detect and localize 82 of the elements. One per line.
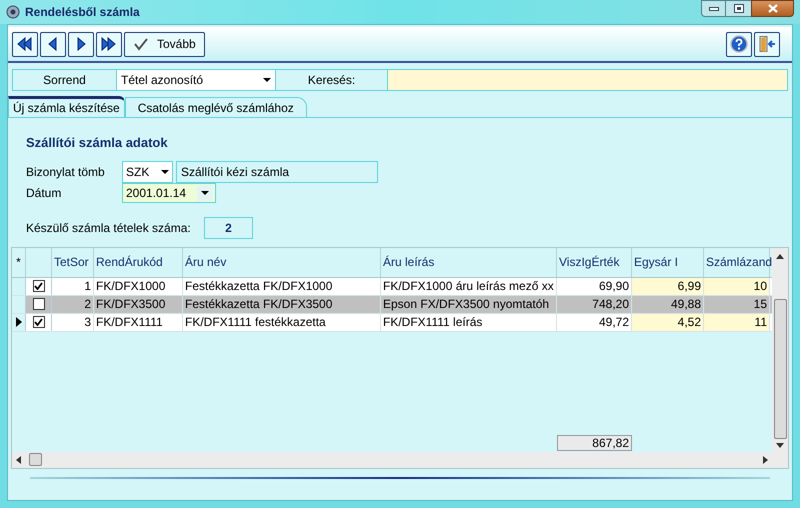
double-triangle-icon (16, 35, 34, 53)
table-cell: 1 (52, 278, 94, 294)
table-cell: FK/DFX1000 áru leírás mező xx (381, 278, 557, 294)
dropdown-arrow-icon (263, 78, 271, 82)
field-label: Dátum (26, 184, 62, 202)
table-cell: Festékkazetta FK/DFX1000 (183, 278, 381, 294)
window-title: Rendelésből számla (25, 4, 140, 21)
row-checkbox[interactable] (32, 316, 44, 328)
help-button[interactable] (726, 32, 752, 56)
app-icon (6, 5, 20, 19)
column-header: * (12, 248, 26, 276)
column-header[interactable]: Áru leírás (381, 248, 557, 276)
next-button[interactable] (68, 32, 94, 56)
field-label: Bizonylat tömb (26, 164, 106, 180)
scrollbar-thumb[interactable] (29, 453, 42, 466)
last-button[interactable] (96, 32, 122, 56)
date-field[interactable]: 2001.01.14 (122, 182, 216, 202)
help-icon (730, 35, 748, 53)
table-cell: 748,20 (557, 296, 632, 312)
table-cell: 6,99 (632, 278, 704, 294)
table-cell: FK/DFX1111 leírás (381, 314, 557, 330)
document-name-field: Szállítói kézi számla (176, 160, 378, 182)
column-header[interactable]: Számlázand (704, 248, 770, 276)
search-field[interactable] (387, 70, 787, 90)
table-row[interactable]: 1 FK/DFX1000 Festékkazetta FK/DFX1000 FK/DFX1000 áru leírás mező xx 69,90 6,99 10 (12, 278, 772, 296)
close-button[interactable] (751, 0, 794, 17)
table-cell: FK/DFX1111 festékkazetta (183, 314, 381, 330)
tab[interactable]: Új számla készítése (8, 96, 125, 117)
table-cell: FK/DFX1111 (94, 314, 183, 330)
horizontal-scrollbar[interactable] (12, 452, 772, 468)
total-field: 867,82 (557, 434, 632, 450)
tab[interactable]: Csatolás meglévő számlához (124, 97, 307, 117)
field-label: Készülő számla tételek száma: (26, 220, 192, 236)
document-code-dropdown[interactable]: SZK (122, 160, 173, 182)
next-step-button[interactable]: Tovább (124, 32, 205, 56)
scroll-down-icon (776, 442, 784, 448)
close-icon (768, 4, 778, 13)
sort-label: Sorrend (42, 72, 87, 89)
scroll-left-icon (16, 456, 21, 464)
checkmark-icon (34, 282, 43, 290)
checkmark-icon (133, 37, 149, 51)
item-count-field: 2 (204, 216, 253, 238)
exit-button[interactable] (754, 32, 780, 56)
maximize-button[interactable] (726, 0, 751, 17)
column-header[interactable]: RendÁrukód (94, 248, 183, 276)
search-label: Keresés: (306, 72, 356, 89)
table-cell: Festékkazetta FK/DFX3500 (183, 296, 381, 312)
table-cell: FK/DFX1000 (94, 278, 183, 294)
minimize-icon (708, 6, 718, 10)
table-cell: 15 (704, 296, 770, 312)
column-header[interactable]: Egysár I (632, 248, 704, 276)
date-dropdown-button[interactable] (197, 184, 213, 200)
exit-door-icon (758, 35, 776, 53)
checkmark-icon (34, 318, 43, 326)
dropdown-arrow-icon (201, 190, 209, 194)
maximize-icon (734, 4, 744, 13)
table-row[interactable]: 3 FK/DFX1111 FK/DFX1111 festékkazetta FK/DFX1111 leírás 49,72 4,52 11 (12, 314, 772, 332)
scroll-right-icon (763, 456, 768, 464)
table-cell: Epson FX/DFX3500 nyomtatóh (381, 296, 557, 312)
table-row[interactable]: 2 FK/DFX3500 Festékkazetta FK/DFX3500 Epson FX/DFX3500 nyomtatóh 748,20 49,88 15 (12, 296, 772, 314)
sort-dropdown[interactable]: Tétel azonosító (116, 70, 276, 90)
minimize-button[interactable] (701, 0, 726, 17)
table-cell: 2 (52, 296, 94, 312)
scroll-up-icon (776, 254, 784, 258)
table-cell: FK/DFX3500 (94, 296, 183, 312)
row-checkbox[interactable] (32, 298, 44, 310)
table-cell: 11 (704, 314, 770, 330)
section-title: Szállítói számla adatok (26, 134, 169, 152)
first-button[interactable] (12, 32, 38, 56)
dropdown-arrow-icon (161, 170, 169, 174)
table-cell: 3 (52, 314, 94, 330)
table-cell: 49,88 (632, 296, 704, 312)
column-header[interactable]: TetSor (52, 248, 94, 276)
double-triangle-icon (100, 35, 118, 53)
vertical-scrollbar[interactable] (772, 248, 788, 468)
row-checkbox[interactable] (32, 280, 44, 292)
previous-button[interactable] (40, 32, 66, 56)
scrollbar-thumb[interactable] (774, 298, 786, 438)
column-header[interactable]: Áru név (183, 248, 381, 276)
table-cell: 10 (704, 278, 770, 294)
table-cell: 4,52 (632, 314, 704, 330)
column-header[interactable]: ViszIgÉrték (557, 248, 632, 276)
